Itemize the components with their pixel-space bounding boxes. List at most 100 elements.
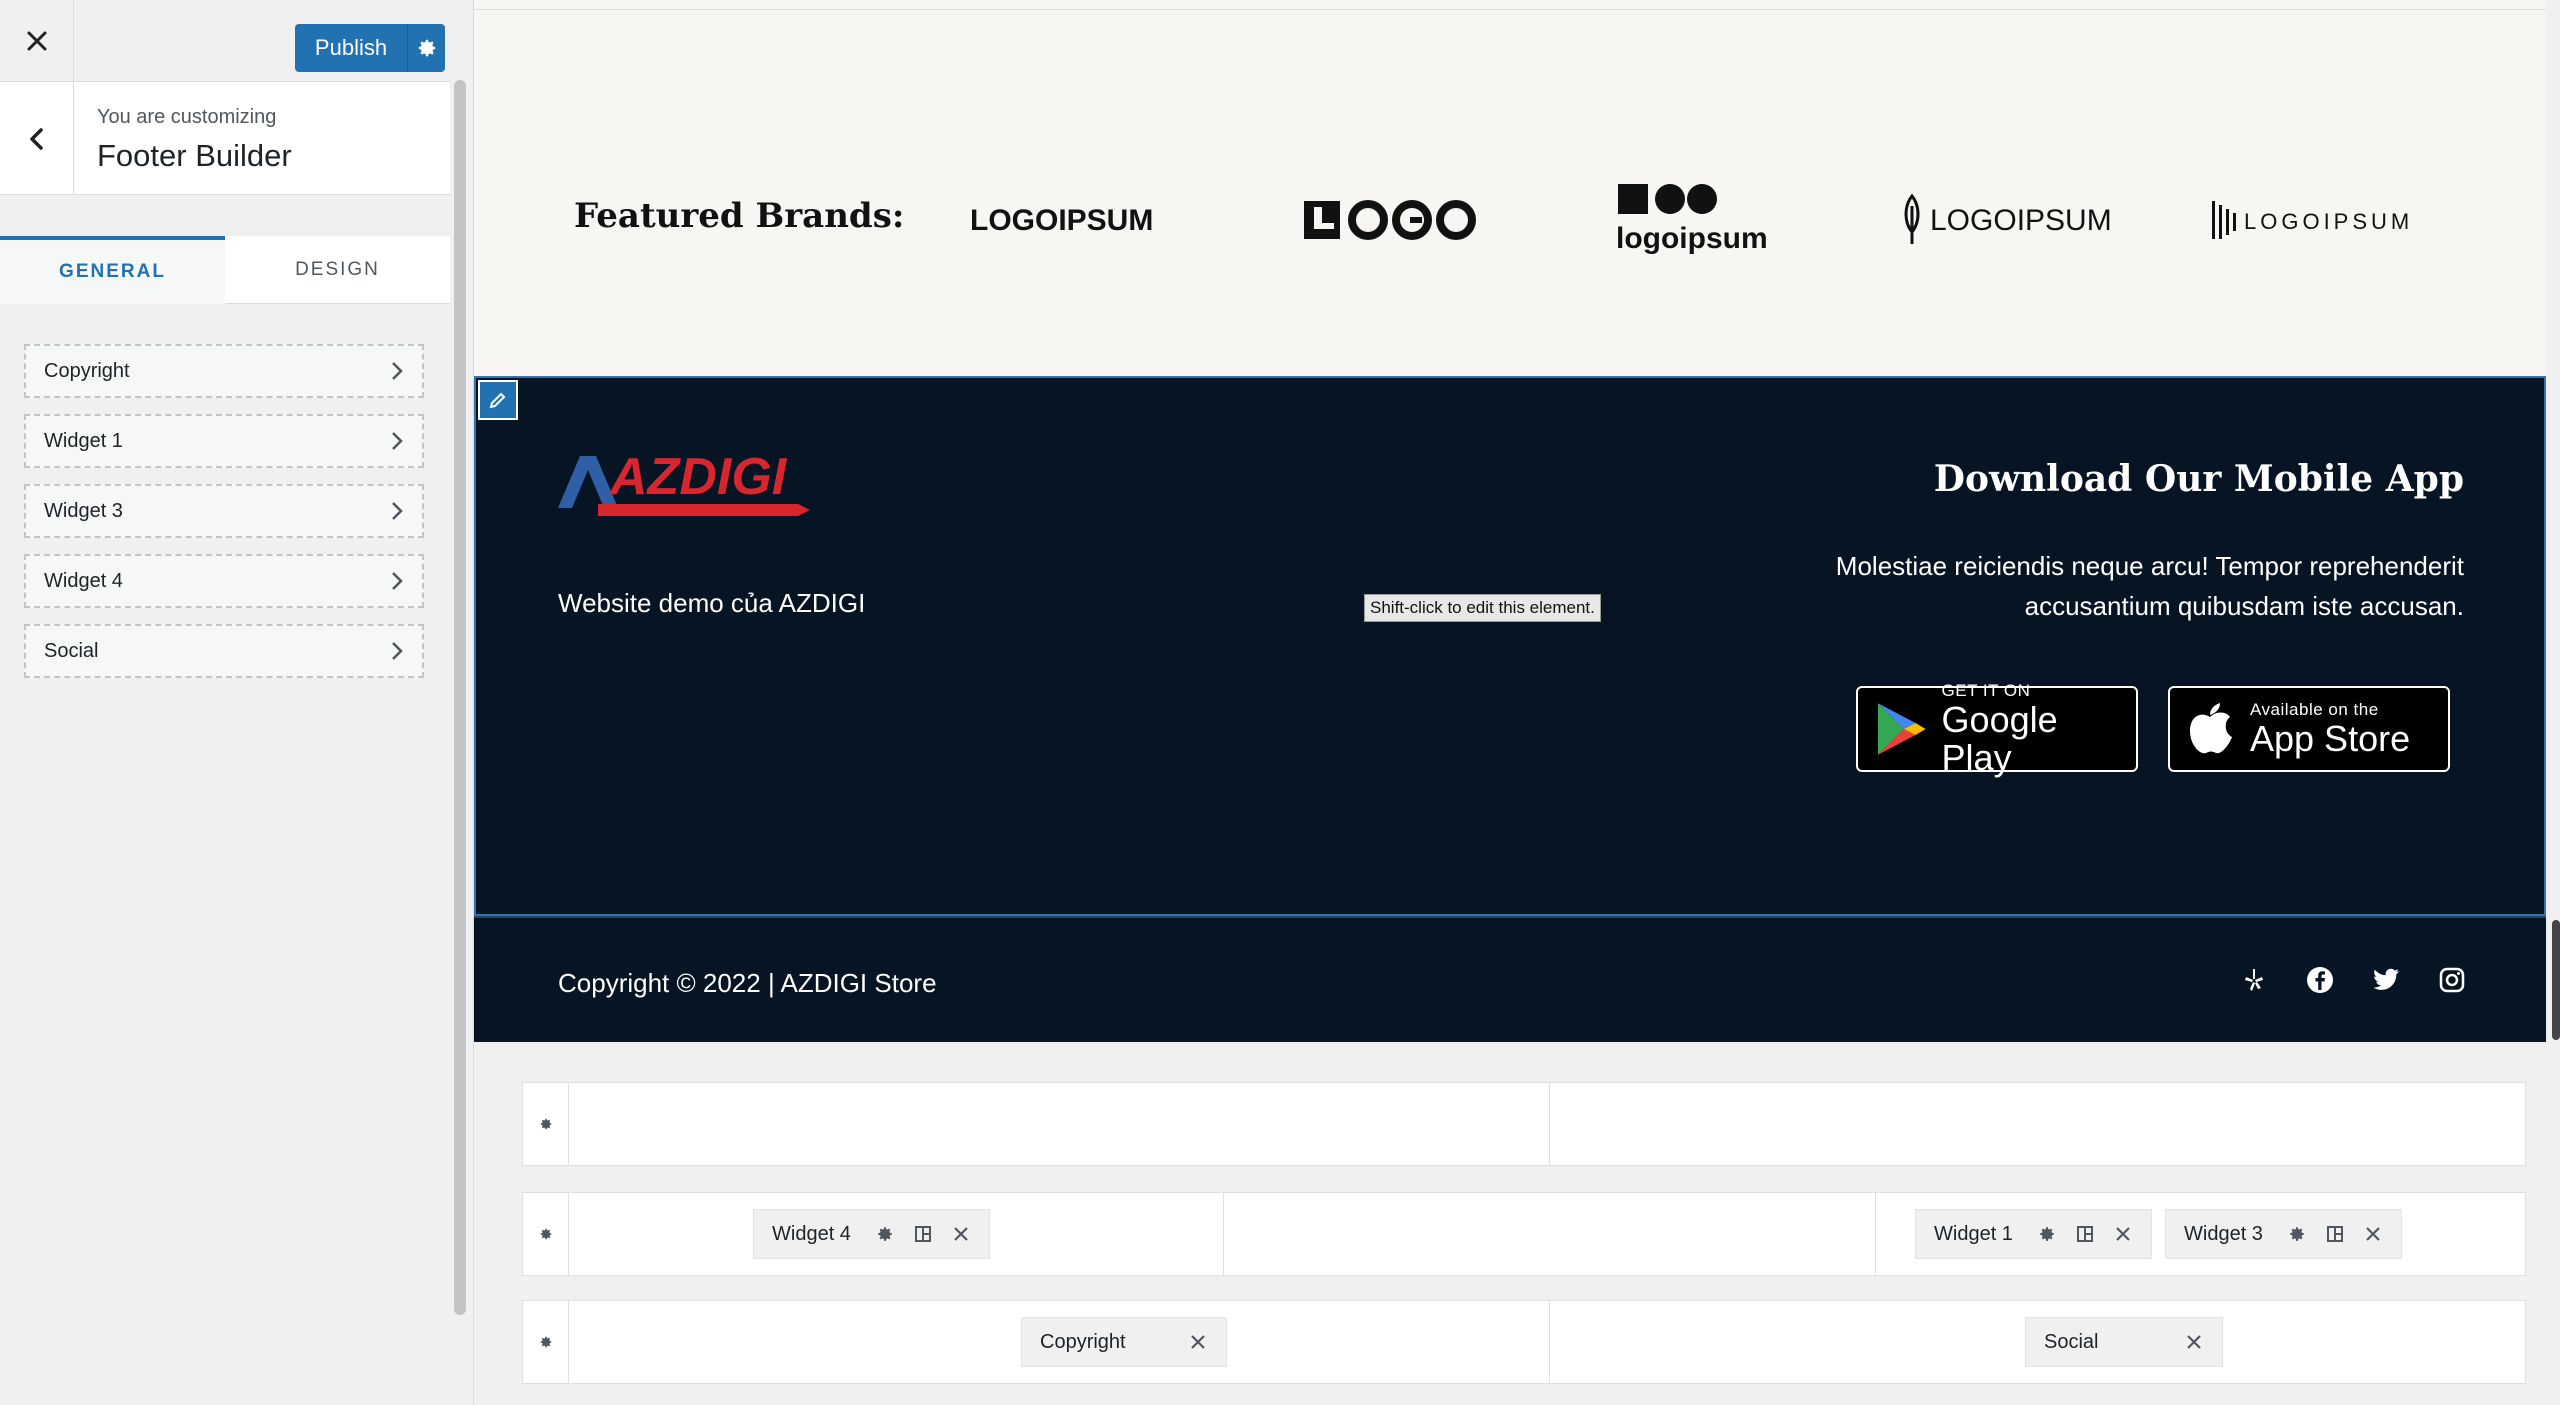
featured-brands-section: Featured Brands: LOGOIPSUM logoipsum LOG… (474, 10, 2546, 376)
close-icon[interactable] (1188, 1332, 1208, 1352)
gear-icon[interactable] (2287, 1224, 2307, 1244)
sidebar-item-widget-1[interactable]: Widget 1 (24, 414, 424, 468)
app-store-button[interactable]: Available on the App Store (2168, 686, 2450, 772)
instagram-icon[interactable] (2438, 966, 2466, 994)
close-icon[interactable] (2113, 1224, 2133, 1244)
close-icon[interactable] (2184, 1332, 2204, 1352)
site-preview: Featured Brands: LOGOIPSUM logoipsum LOG… (474, 0, 2560, 1405)
chip-label: Widget 3 (2184, 1222, 2263, 1245)
chip-widget-3[interactable]: Widget 3 (2165, 1209, 2402, 1259)
chevron-right-icon (392, 642, 403, 660)
preview-top-strip (474, 0, 2546, 10)
chip-label: Copyright (1040, 1330, 1126, 1353)
brand-logo-4-graphic: LOGOIPSUM (1904, 193, 2112, 244)
google-play-text: GET IT ON Google Play (1942, 681, 2136, 777)
tab-general[interactable]: GENERAL (0, 236, 225, 304)
sidebar-item-widget-3[interactable]: Widget 3 (24, 484, 424, 538)
row-settings-button[interactable] (523, 1301, 569, 1383)
brand-logo-1-graphic: LOGOIPSUM (970, 204, 1153, 237)
sidebar-item-label: Widget 1 (44, 429, 123, 452)
tab-design[interactable]: DESIGN (225, 236, 450, 304)
sidebar-scrollbar[interactable] (454, 80, 466, 1315)
brand-logo-2 (1302, 170, 1492, 270)
close-customizer-button[interactable] (0, 0, 74, 82)
app-store-big-text: App Store (2250, 718, 2411, 759)
sidebar-item-label: Widget 3 (44, 499, 123, 522)
chip-widget-1[interactable]: Widget 1 (1915, 1209, 2152, 1259)
chevron-right-icon (392, 502, 403, 520)
google-play-big-text: Google Play (1941, 699, 2058, 778)
sidebar-header: Publish (0, 0, 450, 82)
brand-logo-3-graphic: logoipsum (1616, 184, 1768, 255)
sidebar-item-label: Copyright (44, 359, 130, 382)
column-divider (1549, 1083, 1550, 1165)
app-download-description: Molestiae reiciendis neque arcu! Tempor … (1835, 551, 2464, 621)
yelp-icon[interactable] (2240, 966, 2268, 994)
facebook-icon[interactable] (2306, 966, 2334, 994)
chevron-right-icon (392, 362, 403, 380)
footer-main-row[interactable]: AZDIGI Website demo của AZDIGI Shift-cli… (474, 376, 2546, 916)
brand-logo-2-graphic (1304, 200, 1476, 240)
layout-icon[interactable] (913, 1224, 933, 1244)
gear-icon (540, 1118, 551, 1130)
publish-group: Publish (295, 24, 445, 72)
sidebar-tabs: GENERAL DESIGN (0, 236, 450, 304)
row-settings-button[interactable] (523, 1083, 569, 1165)
preview-scrollbar[interactable] (2552, 920, 2560, 1040)
edit-tooltip: Shift-click to edit this element. (1364, 594, 1601, 622)
chip-label: Widget 4 (772, 1222, 851, 1245)
close-icon (27, 31, 46, 51)
brand-logo-1: LOGOIPSUM (970, 170, 1210, 270)
chip-copyright[interactable]: Copyright (1021, 1317, 1227, 1367)
publish-settings-button[interactable] (407, 24, 445, 72)
customizer-sidebar: Publish You are customizing Footer Build… (0, 0, 474, 1405)
copyright-text: Copyright © 2022 | AZDIGI Store (558, 968, 937, 998)
apple-icon (2190, 703, 2232, 754)
sidebar-item-label: Social (44, 639, 99, 662)
chevron-right-icon (392, 572, 403, 590)
site-description: Website demo của AZDIGI (558, 588, 866, 618)
gear-icon (540, 1228, 551, 1240)
column-divider (1549, 1301, 1550, 1383)
brand-logo-4-text: LOGOIPSUM (1930, 204, 2112, 237)
social-icons (2240, 966, 2466, 994)
brand-logo-5-text: LOGOIPSUM (2244, 209, 2413, 234)
twitter-icon[interactable] (2372, 966, 2400, 994)
footer-element-list: Copyright Widget 1 Widget 3 Widget 4 Soc… (24, 344, 424, 694)
edit-row-button[interactable] (478, 380, 518, 420)
chevron-right-icon (392, 432, 403, 450)
site-logo-text: AZDIGI (608, 448, 788, 506)
sidebar-item-widget-4[interactable]: Widget 4 (24, 554, 424, 608)
close-icon[interactable] (2363, 1224, 2383, 1244)
layout-icon[interactable] (2075, 1224, 2095, 1244)
google-play-button[interactable]: GET IT ON Google Play (1856, 681, 2138, 777)
google-play-small-text: GET IT ON (1941, 681, 2031, 700)
app-download-title: Download Our Mobile App (1933, 458, 2464, 500)
publish-button[interactable]: Publish (295, 24, 407, 72)
back-button[interactable] (0, 82, 74, 195)
gear-icon[interactable] (875, 1224, 895, 1244)
brand-logo-4: LOGOIPSUM (1902, 170, 2112, 270)
brand-logo-3: logoipsum (1616, 170, 1786, 270)
brand-logo-3-text: logoipsum (1616, 222, 1768, 255)
pencil-icon (489, 392, 506, 409)
chip-widget-4[interactable]: Widget 4 (753, 1209, 990, 1259)
row-settings-button[interactable] (523, 1193, 569, 1275)
chip-label: Widget 1 (1934, 1222, 2013, 1245)
builder-row-bottom[interactable]: Copyright Social (522, 1300, 2526, 1384)
chip-social[interactable]: Social (2025, 1317, 2224, 1367)
sidebar-item-social[interactable]: Social (24, 624, 424, 678)
chip-label: Social (2044, 1330, 2099, 1353)
gear-icon[interactable] (2037, 1224, 2057, 1244)
builder-row-top[interactable] (522, 1082, 2526, 1166)
sidebar-item-copyright[interactable]: Copyright (24, 344, 424, 398)
app-store-small-text: Available on the (2250, 700, 2379, 719)
chevron-left-icon (29, 127, 43, 150)
close-icon[interactable] (951, 1224, 971, 1244)
customizing-label: You are customizing (97, 106, 277, 128)
footer-bottom-row[interactable]: Copyright © 2022 | AZDIGI Store (474, 916, 2546, 1042)
featured-brands-title: Featured Brands: (574, 196, 905, 236)
site-logo[interactable]: AZDIGI (558, 448, 818, 523)
builder-row-main[interactable]: Widget 4 Widget 1 Widget 3 (522, 1192, 2526, 1276)
layout-icon[interactable] (2325, 1224, 2345, 1244)
